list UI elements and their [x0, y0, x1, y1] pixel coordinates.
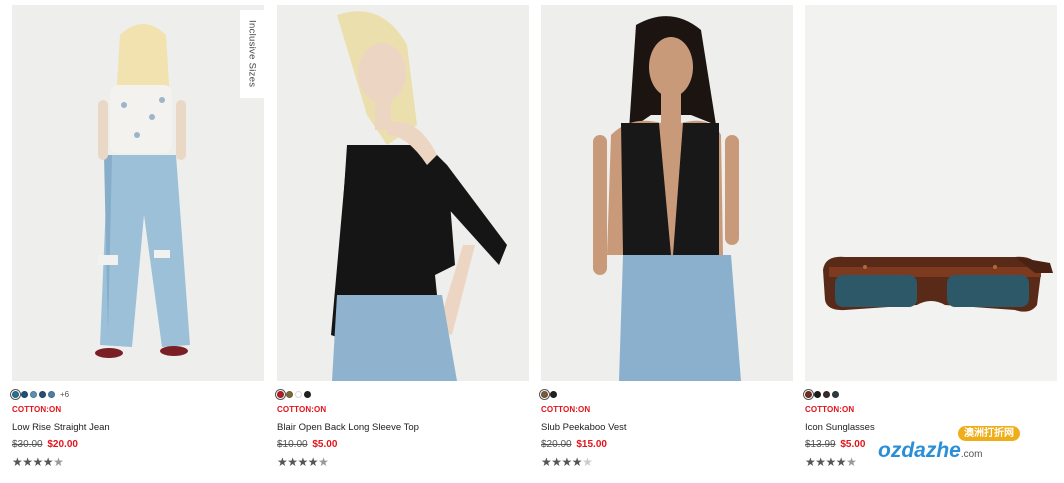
color-swatch[interactable]	[286, 390, 293, 398]
model-photo-jeans	[95, 24, 190, 358]
product-name[interactable]: Low Rise Straight Jean	[12, 422, 264, 433]
color-swatch[interactable]	[550, 390, 557, 398]
star-icon: ★	[541, 455, 552, 469]
color-swatch[interactable]	[304, 390, 311, 398]
sale-price: $15.00	[576, 439, 607, 450]
original-price: $10.00	[277, 439, 308, 450]
color-swatch[interactable]	[832, 390, 839, 398]
price: $10.00 $5.00	[277, 439, 529, 450]
product-grid: Inclusive Sizes +6 COTTON:ON Low Rise St…	[12, 5, 1058, 483]
color-swatches	[805, 390, 1057, 398]
color-swatch[interactable]	[39, 390, 46, 398]
star-icon: ★	[846, 455, 857, 469]
site-watermark: 澳洲打折网 ozdazhe.com	[878, 426, 1048, 470]
star-icon: ★	[561, 455, 573, 469]
product-name[interactable]: Blair Open Back Long Sleeve Top	[277, 422, 529, 433]
color-swatches	[541, 390, 793, 398]
price: $20.00 $15.00	[541, 439, 793, 450]
model-photo-top	[331, 11, 507, 381]
product-card[interactable]: Inclusive Sizes +6 COTTON:ON Low Rise St…	[12, 5, 264, 483]
product-card[interactable]: COTTON:ON Slub Peekaboo Vest $20.00 $15.…	[541, 5, 793, 483]
product-name[interactable]: Slub Peekaboo Vest	[541, 422, 793, 433]
color-swatches	[277, 390, 529, 398]
rating-stars: ★★★★★	[12, 455, 264, 469]
brand-label: COTTON:ON	[805, 405, 855, 414]
brand-label: COTTON:ON	[277, 405, 327, 414]
sale-price: $5.00	[312, 439, 338, 450]
brand-label: COTTON:ON	[541, 405, 591, 414]
star-icon: ★	[53, 455, 64, 469]
color-swatch[interactable]	[805, 390, 812, 398]
inclusive-sizes-badge: Inclusive Sizes	[240, 10, 264, 98]
sale-price: $5.00	[840, 439, 866, 450]
product-image[interactable]	[805, 5, 1057, 381]
price: $30.00 $20.00	[12, 439, 264, 450]
star-icon: ★	[277, 455, 288, 469]
star-icon: ★	[815, 455, 826, 469]
star-icon: ★	[22, 455, 33, 469]
color-swatch[interactable]	[295, 390, 302, 398]
sale-price: $20.00	[47, 439, 78, 450]
star-icon: ★	[32, 455, 44, 469]
color-swatches: +6	[12, 390, 264, 399]
star-icon: ★	[825, 455, 837, 469]
brand-label: COTTON:ON	[12, 405, 62, 414]
star-icon: ★	[12, 455, 23, 469]
watermark-domain: .com	[960, 449, 983, 460]
color-swatch[interactable]	[30, 390, 37, 398]
star-icon: ★	[307, 455, 319, 469]
star-icon: ★	[551, 455, 562, 469]
badge-label: Inclusive Sizes	[246, 20, 258, 88]
star-icon: ★	[805, 455, 816, 469]
product-image[interactable]	[277, 5, 529, 381]
star-icon: ★	[571, 455, 583, 469]
more-colors-count[interactable]: +6	[60, 390, 69, 399]
color-swatch[interactable]	[823, 390, 830, 398]
color-swatch[interactable]	[277, 390, 284, 398]
product-card[interactable]: COTTON:ON Icon Sunglasses $13.99 $5.00 ★…	[805, 5, 1057, 483]
watermark-name: ozdazhe	[878, 439, 961, 462]
color-swatch[interactable]	[814, 390, 821, 398]
product-card[interactable]: COTTON:ON Blair Open Back Long Sleeve To…	[277, 5, 529, 483]
original-price: $20.00	[541, 439, 572, 450]
rating-stars: ★★★★★	[277, 455, 529, 469]
watermark-logo-text: ozdazhe.com	[878, 439, 983, 463]
original-price: $30.00	[12, 439, 43, 450]
original-price: $13.99	[805, 439, 836, 450]
star-icon: ★	[297, 455, 309, 469]
sunglasses-photo	[823, 256, 1053, 312]
star-icon: ★	[318, 455, 329, 469]
star-icon: ★	[835, 455, 847, 469]
rating-stars: ★★★★★	[541, 455, 793, 469]
color-swatch[interactable]	[12, 390, 19, 398]
color-swatch[interactable]	[48, 390, 55, 398]
model-photo-vest	[593, 16, 741, 381]
product-image[interactable]	[541, 5, 793, 381]
product-image[interactable]: Inclusive Sizes	[12, 5, 264, 381]
color-swatch[interactable]	[21, 390, 28, 398]
star-icon: ★	[42, 455, 54, 469]
color-swatch[interactable]	[541, 390, 548, 398]
star-icon: ★	[582, 455, 593, 469]
star-icon: ★	[287, 455, 298, 469]
